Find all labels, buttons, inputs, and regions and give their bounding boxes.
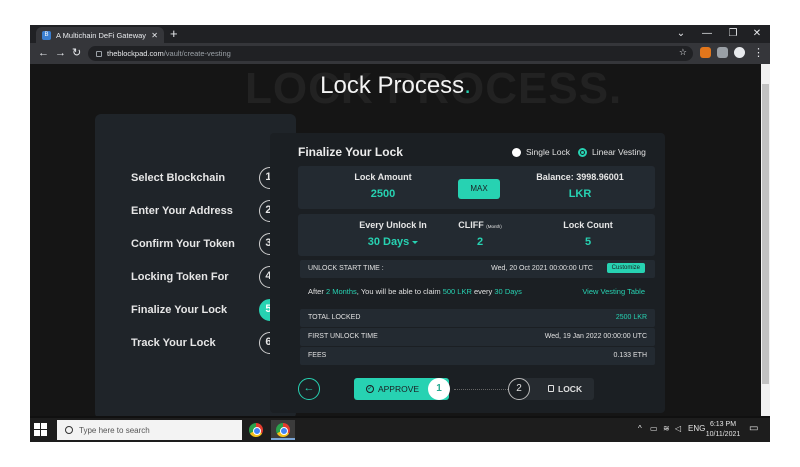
lock-amount-label: Lock Amount: [354, 172, 412, 182]
radio-selected-icon[interactable]: [578, 147, 587, 157]
claim-summary: After 2 Months, You will be able to clai…: [308, 287, 522, 296]
taskbar-clock[interactable]: 6:13 PM 10/11/2021: [700, 420, 746, 440]
page-scrollbar[interactable]: [761, 64, 770, 416]
lock-count-label: Lock Count: [563, 220, 613, 230]
radio-linear-vesting[interactable]: Linear Vesting: [578, 147, 646, 157]
unlock-settings-box: Every Unlock In 30 Days CLIFF (Month) 2 …: [298, 214, 655, 256]
reload-icon[interactable]: ↻: [72, 46, 81, 61]
step-label: Finalize Your Lock: [131, 304, 228, 316]
tab-search-button[interactable]: ⌄: [670, 26, 692, 42]
max-button[interactable]: MAX: [458, 179, 500, 199]
browser-tab[interactable]: B A Multichain DeFi Gateway For T... ✕: [36, 27, 164, 43]
lock-step-number: 2: [508, 378, 530, 400]
cliff-input[interactable]: 2: [455, 236, 505, 248]
fees-value: 0.133 ETH: [613, 352, 647, 359]
browser-menu-icon[interactable]: ⋮: [753, 46, 764, 61]
unlock-start-label: UNLOCK START TIME :: [308, 265, 384, 272]
search-icon: [65, 426, 73, 434]
back-icon[interactable]: ←: [38, 46, 49, 61]
page-content: LOCK PROCESS. Lock Process. Select Block…: [30, 64, 761, 416]
unlock-start-value: Wed, 20 Oct 2021 00:00:00 UTC: [491, 265, 593, 272]
step-track-lock[interactable]: Track Your Lock 6.: [131, 332, 281, 354]
step-enter-address[interactable]: Enter Your Address 2.: [131, 200, 281, 222]
bookmark-star-icon[interactable]: ☆: [679, 47, 687, 58]
step-label: Select Blockchain: [131, 172, 226, 184]
step-confirm-token[interactable]: Confirm Your Token 3.: [131, 233, 281, 255]
taskbar-search-input[interactable]: Type here to search: [57, 420, 242, 440]
cliff-label: CLIFF (Month): [458, 220, 502, 230]
chevron-down-icon: [412, 240, 419, 244]
extensions-puzzle-icon[interactable]: [717, 47, 728, 58]
steps-panel: Select Blockchain 1. Enter Your Address …: [95, 114, 296, 416]
volume-icon[interactable]: ◁: [675, 424, 681, 433]
wifi-icon[interactable]: ≋: [663, 424, 670, 433]
browser-window: B A Multichain DeFi Gateway For T... ✕ +…: [30, 25, 770, 442]
step-connector: [454, 389, 508, 390]
padlock-icon: [548, 385, 554, 392]
every-unlock-label: Every Unlock In: [359, 220, 427, 230]
step-label: Locking Token For: [131, 271, 229, 283]
url-text: theblockpad.com/vault/create-vesting: [107, 49, 231, 58]
total-locked-row: TOTAL LOCKED 2500 LKR: [300, 309, 655, 327]
view-vesting-table-link[interactable]: View Vesting Table: [582, 287, 645, 296]
step-select-blockchain[interactable]: Select Blockchain 1.: [131, 167, 281, 189]
balance-token: LKR: [568, 188, 592, 200]
restore-button[interactable]: ❐: [722, 26, 744, 42]
new-tab-button[interactable]: +: [170, 27, 178, 41]
taskbar-chrome-active-icon[interactable]: [271, 420, 295, 440]
radio-label: Linear Vesting: [592, 147, 646, 157]
fees-label: FEES: [308, 352, 327, 359]
step-label: Confirm Your Token: [131, 238, 235, 250]
minimize-button[interactable]: —: [696, 26, 718, 42]
step-finalize-lock[interactable]: Finalize Your Lock 5.: [131, 299, 281, 321]
step-locking-token-for[interactable]: Locking Token For 4.: [131, 266, 281, 288]
close-tab-icon[interactable]: ✕: [151, 31, 158, 40]
tab-strip: B A Multichain DeFi Gateway For T... ✕ +…: [30, 25, 770, 43]
clock-time: 6:13 PM: [709, 421, 737, 428]
site-favicon-icon: B: [42, 30, 51, 40]
clock-date: 10/11/2021: [705, 431, 741, 438]
every-unlock-dropdown[interactable]: 30 Days: [343, 236, 443, 248]
lock-amount-input[interactable]: 2500: [338, 188, 428, 200]
fees-row: FEES 0.133 ETH: [300, 347, 655, 365]
radio-label: Single Lock: [526, 147, 570, 157]
customize-button[interactable]: Customize: [606, 263, 645, 273]
close-window-button[interactable]: ✕: [746, 26, 768, 42]
radio-single-lock[interactable]: Single Lock: [512, 147, 570, 157]
first-unlock-label: FIRST UNLOCK TIME: [308, 333, 378, 340]
card-title: Finalize Your Lock: [298, 145, 403, 159]
back-arrow-button[interactable]: ←: [298, 378, 320, 400]
total-locked-label: TOTAL LOCKED: [308, 314, 361, 321]
scrollbar-thumb[interactable]: [762, 84, 769, 384]
unlock-start-row: UNLOCK START TIME : Wed, 20 Oct 2021 00:…: [300, 260, 655, 278]
first-unlock-value: Wed, 19 Jan 2022 00:00:00 UTC: [544, 333, 647, 340]
page-title: Lock Process.: [320, 72, 471, 99]
forward-icon[interactable]: →: [55, 46, 66, 61]
address-bar[interactable]: theblockpad.com/vault/create-vesting ☆: [88, 46, 693, 61]
step-label: Enter Your Address: [131, 205, 233, 217]
balance-label: Balance: 3998.96001: [536, 172, 624, 182]
lock-count-input[interactable]: 5: [543, 236, 633, 248]
tab-title: A Multichain DeFi Gateway For T...: [56, 30, 147, 40]
battery-icon[interactable]: ▭: [650, 424, 658, 433]
tray-expand-icon[interactable]: ^: [638, 424, 642, 433]
check-circle-icon: ✓: [365, 385, 374, 393]
metamask-extension-icon[interactable]: [700, 47, 711, 58]
browser-toolbar: ← → ↻ theblockpad.com/vault/create-vesti…: [30, 43, 770, 64]
profile-avatar-icon[interactable]: [734, 47, 745, 58]
first-unlock-row: FIRST UNLOCK TIME Wed, 19 Jan 2022 00:00…: [300, 328, 655, 346]
total-locked-value: 2500 LKR: [615, 314, 647, 321]
taskbar-chrome-icon[interactable]: [244, 420, 268, 440]
finalize-lock-card: Finalize Your Lock Single Lock Linear Ve…: [270, 133, 665, 413]
step-label: Track Your Lock: [131, 337, 216, 349]
notification-icon[interactable]: ▭: [749, 423, 758, 434]
radio-button-icon[interactable]: [512, 147, 521, 157]
approve-step-number: 1: [428, 378, 450, 400]
lock-icon[interactable]: [96, 50, 102, 57]
windows-start-icon[interactable]: [34, 423, 48, 437]
amount-box: Lock Amount 2500 MAX Balance: 3998.96001…: [298, 166, 655, 209]
windows-taskbar: Type here to search ^ ▭ ≋ ◁ ENG 6:13 PM …: [30, 418, 770, 442]
